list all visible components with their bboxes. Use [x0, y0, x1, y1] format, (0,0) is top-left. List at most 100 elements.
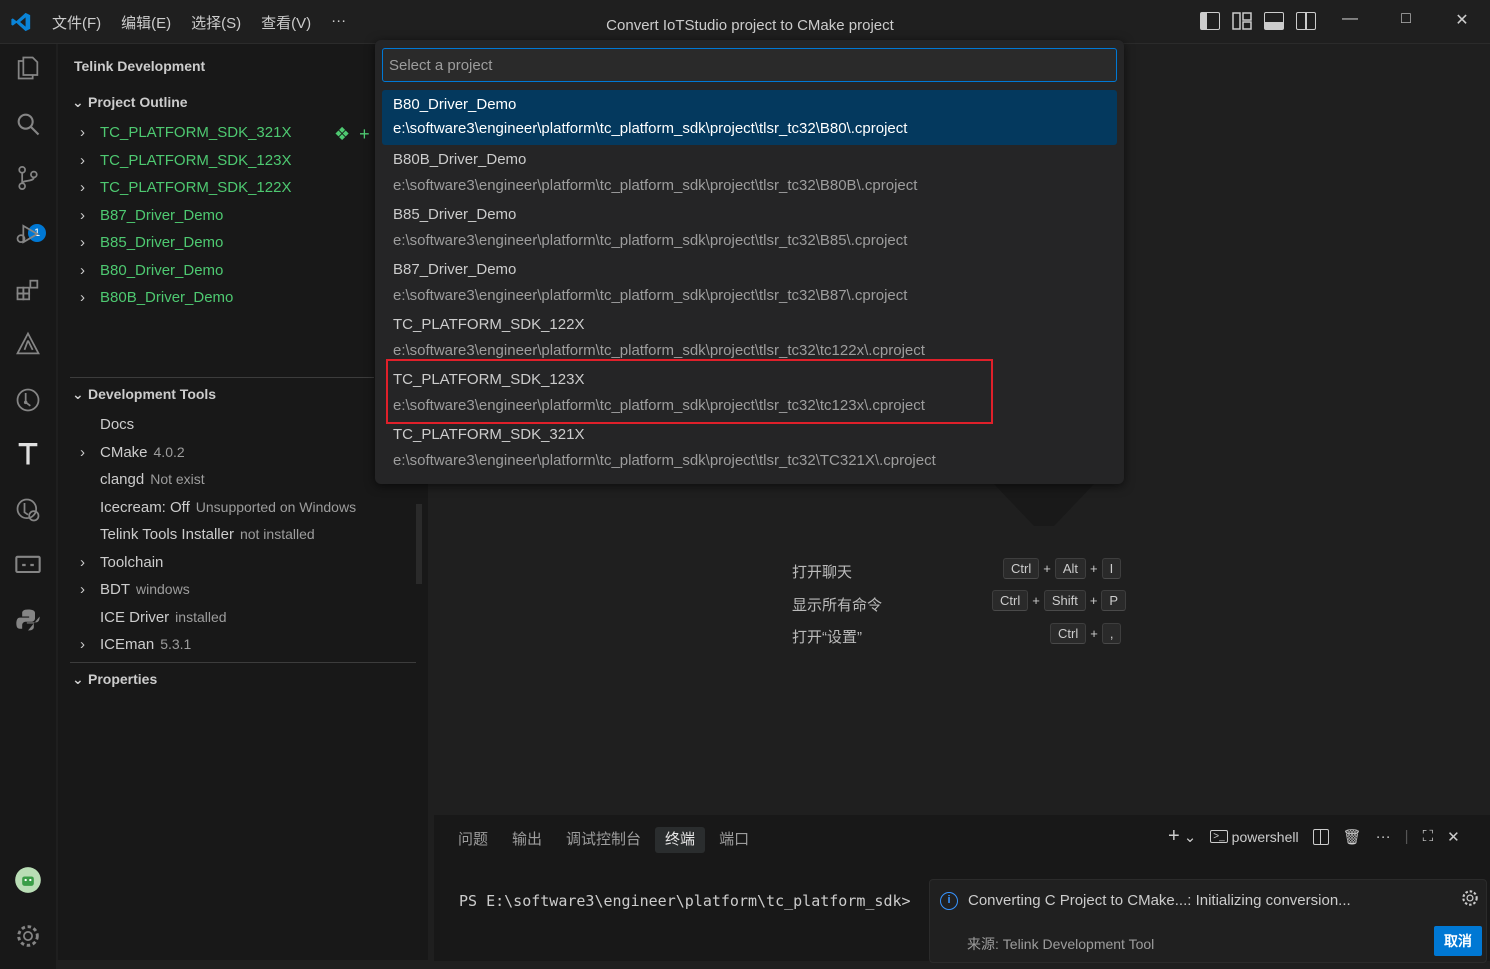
notification-message: Converting C Project to CMake...: Initia… — [968, 892, 1351, 909]
activity-bar: 1 — [0, 44, 56, 969]
remote-debug-icon[interactable] — [12, 494, 44, 526]
sidebar-title: Telink Development — [74, 58, 206, 74]
tool-item-docs[interactable]: Docs — [80, 416, 134, 433]
tool-item-clangd[interactable]: clangd Not exist — [80, 471, 205, 488]
tab-debug-console[interactable]: 调试控制台 — [556, 827, 651, 853]
tool-item-ice-driver[interactable]: ICE Driver installed — [80, 609, 227, 626]
customize-layout-icon[interactable] — [1232, 12, 1252, 30]
gear-icon[interactable] — [1460, 888, 1480, 908]
search-icon[interactable] — [12, 108, 44, 140]
run-debug-icon[interactable] — [12, 218, 44, 250]
vscode-logo-icon — [11, 12, 31, 32]
chevron-right-icon: › — [80, 636, 85, 653]
window-title: Convert IoTStudio project to CMake proje… — [606, 17, 894, 34]
section-properties[interactable]: ⌄ Properties — [72, 671, 157, 688]
project-item[interactable]: › TC_PLATFORM_SDK_321X — [80, 124, 291, 141]
terminal-prompt[interactable]: PS E:\software3\engineer\platform\tc_pla… — [459, 892, 911, 910]
telink-t-icon[interactable] — [12, 438, 44, 470]
notification-toast: i Converting C Project to CMake...: Init… — [929, 879, 1487, 963]
split-terminal-icon[interactable] — [1312, 828, 1329, 845]
chevron-right-icon: › — [80, 234, 85, 251]
account-avatar-icon[interactable] — [12, 864, 44, 896]
shortcut-label: 打开“设置” — [792, 629, 862, 646]
quick-pick-item[interactable]: TC_PLATFORM_SDK_122X e:\software3\engine… — [382, 310, 1117, 365]
more-actions-icon[interactable]: ··· — [1376, 828, 1391, 845]
section-project-outline[interactable]: ⌄ Project Outline — [72, 94, 188, 111]
git-graph-icon[interactable] — [12, 384, 44, 416]
add-icon[interactable]: + — [359, 124, 370, 144]
source-control-icon[interactable] — [12, 162, 44, 194]
chevron-right-icon: › — [80, 262, 85, 279]
explorer-icon[interactable] — [12, 52, 44, 84]
tool-item-installer[interactable]: Telink Tools Installer not installed — [80, 526, 315, 543]
chevron-down-icon: ⌄ — [72, 94, 84, 110]
menu-selection[interactable]: 选择(S) — [191, 12, 241, 33]
tab-ports[interactable]: 端口 — [709, 827, 759, 853]
chevron-right-icon: › — [80, 581, 85, 598]
shortcut-label: 打开聊天 — [792, 564, 853, 581]
menu-file[interactable]: 文件(F) — [52, 12, 101, 33]
tab-problems[interactable]: 问题 — [448, 827, 498, 853]
tab-terminal[interactable]: 终端 — [655, 827, 706, 853]
menu-edit[interactable]: 编辑(E) — [121, 12, 171, 33]
toggle-panel-icon[interactable] — [1264, 12, 1284, 30]
tool-item-iceman[interactable]: › ICEman 5.3.1 — [80, 636, 191, 653]
minimize-icon[interactable]: — — [1340, 10, 1360, 30]
shortcut-keys: Ctrl + , — [1050, 623, 1122, 644]
project-item[interactable]: › B87_Driver_Demo — [80, 207, 223, 224]
tool-item-toolchain[interactable]: › Toolchain — [80, 554, 163, 571]
toggle-secondary-sidebar-icon[interactable] — [1296, 12, 1316, 30]
title-bar: 文件(F) 编辑(E) 选择(S) 查看(V) ··· Convert IoTS… — [0, 0, 1490, 44]
project-item[interactable]: › B80B_Driver_Demo — [80, 289, 233, 306]
chevron-down-icon: ⌄ — [72, 386, 84, 402]
trash-icon[interactable]: 🗑 — [1343, 828, 1362, 846]
menu-view[interactable]: 查看(V) — [261, 12, 311, 33]
sidebar-scrollbar[interactable] — [416, 504, 422, 584]
chevron-right-icon: › — [80, 124, 85, 141]
separator: | — [1404, 828, 1409, 845]
tool-item-icecream[interactable]: Icecream: Off Unsupported on Windows — [80, 499, 356, 516]
manage-gear-icon[interactable] — [12, 920, 44, 952]
quick-pick-item[interactable]: TC_PLATFORM_SDK_321X e:\software3\engine… — [382, 420, 1117, 475]
new-terminal-icon[interactable]: + — [1168, 825, 1180, 848]
tool-item-bdt[interactable]: › BDT windows — [80, 581, 190, 598]
close-panel-icon[interactable]: ✕ — [1447, 828, 1460, 846]
menu-bar: 文件(F) 编辑(E) 选择(S) 查看(V) ··· — [52, 12, 366, 33]
close-icon[interactable]: ✕ — [1452, 10, 1472, 30]
chevron-down-icon[interactable]: ⌄ — [1184, 828, 1197, 846]
rocket-icon[interactable]: ❖ — [334, 124, 350, 144]
cancel-button[interactable]: 取消 — [1434, 926, 1482, 956]
shortcut-keys: Ctrl + Shift + P — [992, 590, 1127, 611]
chevron-right-icon: › — [80, 289, 85, 306]
toggle-primary-sidebar-icon[interactable] — [1200, 12, 1220, 30]
maximize-icon[interactable]: □ — [1396, 10, 1416, 30]
terminal-shell-icon[interactable]: >_ — [1210, 830, 1228, 843]
menu-more[interactable]: ··· — [331, 12, 346, 33]
quick-pick-item[interactable]: B80_Driver_Demo e:\software3\engineer\pl… — [382, 90, 1117, 145]
extensions-icon[interactable] — [12, 274, 44, 306]
project-item[interactable]: › TC_PLATFORM_SDK_122X — [80, 179, 291, 196]
quick-pick-item[interactable]: B87_Driver_Demo e:\software3\engineer\pl… — [382, 255, 1117, 310]
project-search-input[interactable]: Select a project — [382, 48, 1117, 82]
section-development-tools[interactable]: ⌄ Development Tools — [72, 386, 216, 403]
project-item[interactable]: › B85_Driver_Demo — [80, 234, 223, 251]
quick-pick-item[interactable]: B80B_Driver_Demo e:\software3\engineer\p… — [382, 145, 1117, 200]
chevron-right-icon: › — [80, 179, 85, 196]
telink-flame-icon[interactable] — [12, 328, 44, 360]
terminal-shell-name[interactable]: powershell — [1232, 829, 1299, 845]
sidebar: Telink Development ⌄ Project Outline ❖ + … — [58, 44, 428, 960]
shortcut-keys: Ctrl + Alt + I — [1003, 558, 1122, 579]
project-item[interactable]: › TC_PLATFORM_SDK_123X — [80, 152, 291, 169]
info-icon: i — [940, 892, 958, 910]
project-item[interactable]: › B80_Driver_Demo — [80, 262, 223, 279]
shortcut-label: 显示所有命令 — [792, 597, 883, 614]
tool-item-cmake[interactable]: › CMake 4.0.2 — [80, 444, 185, 461]
highlight-annotation-box — [386, 359, 993, 424]
python-icon[interactable] — [12, 604, 44, 636]
quick-pick-item[interactable]: B85_Driver_Demo e:\software3\engineer\pl… — [382, 200, 1117, 255]
section-divider — [70, 662, 416, 663]
tab-output[interactable]: 输出 — [502, 827, 552, 853]
maximize-panel-icon[interactable]: ⛶ — [1423, 828, 1434, 845]
chevron-right-icon: › — [80, 152, 85, 169]
remote-explorer-icon[interactable] — [12, 549, 44, 581]
